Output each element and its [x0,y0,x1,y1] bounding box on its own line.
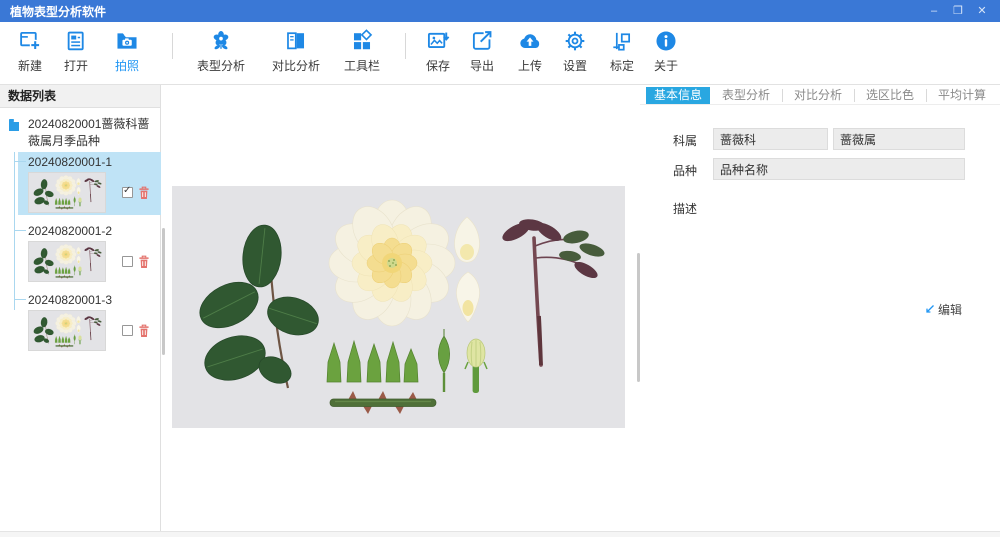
new-document-icon [17,28,43,54]
status-strip [0,531,1000,537]
dataset-folder-icon [8,118,20,132]
export-icon [469,28,495,54]
toolbar-button-upload[interactable]: 上传 [509,28,551,74]
close-button[interactable]: ✕ [970,0,994,22]
toolbar-button-save[interactable]: 保存 [417,28,459,74]
variety-input[interactable] [713,158,965,180]
tree-item-sample-3[interactable]: 20240820001-3 [18,290,161,353]
sample-checkbox[interactable] [122,256,133,267]
tab-compare-analysis[interactable]: 对比分析 [782,87,854,104]
minimize-button[interactable]: – [922,0,946,22]
sample-thumbnail[interactable] [28,310,106,351]
compare-book-icon [283,28,309,54]
calibration-icon [609,28,635,54]
window-controls: – ❐ ✕ [922,0,994,22]
sample-label[interactable]: 20240820001-3 [28,292,161,308]
toolbar-label: 打开 [64,57,88,74]
delete-icon[interactable] [138,186,150,200]
main-toolbar: 新建 打开 拍照 [0,22,1000,85]
gear-icon [562,28,588,54]
tree-root-node[interactable]: 20240820001蔷薇科蔷薇属月季品种 [0,112,160,152]
sample-checkbox[interactable] [122,187,133,198]
edit-icon [923,304,935,316]
toolbar-label: 设置 [563,57,587,74]
tree-item-sample-2[interactable]: 20240820001-2 [18,221,161,284]
save-image-icon [425,28,451,54]
toolbar-button-settings[interactable]: 设置 [554,28,596,74]
family-input[interactable] [713,128,828,150]
data-list-panel: 数据列表 20240820001蔷薇科蔷薇属月季品种 20240820001-1 [0,85,161,531]
sidebar-scrollbar[interactable] [162,228,165,355]
tab-basic-info[interactable]: 基本信息 [646,87,710,104]
tree-root-label: 20240820001蔷薇科蔷薇属月季品种 [28,116,154,150]
genus-input[interactable] [833,128,965,150]
sample-label[interactable]: 20240820001-2 [28,223,161,239]
sample-thumbnail[interactable] [28,172,106,213]
sample-label[interactable]: 20240820001-1 [28,154,161,170]
description-area[interactable] [713,197,965,297]
sample-thumbnail[interactable] [28,241,106,282]
toolbar-button-new[interactable]: 新建 [7,28,53,74]
toolbar-separator [405,33,406,59]
tab-phenotype-analysis[interactable]: 表型分析 [710,87,782,104]
tools-grid-icon [349,28,375,54]
window-title: 植物表型分析软件 [0,3,106,20]
family-genus-label: 科属 [673,132,697,149]
sample-checkbox[interactable] [122,325,133,336]
toolbar-label: 标定 [610,57,634,74]
toolbar-label: 拍照 [115,57,139,74]
tab-region-colorimetry[interactable]: 选区比色 [854,87,926,104]
restore-button[interactable]: ❐ [946,0,970,22]
toolbar-label: 对比分析 [272,57,320,74]
camera-icon [114,28,140,54]
properties-panel: 基本信息 表型分析 对比分析 选区比色 平均计算 科属 品种 描述 编辑 [640,85,1000,531]
toolbar-label: 保存 [426,57,450,74]
delete-icon[interactable] [138,255,150,269]
toolbar-separator [172,33,173,59]
toolbar-button-about[interactable]: 关于 [645,28,687,74]
toolbar-button-capture[interactable]: 拍照 [104,28,150,74]
data-tree: 20240820001蔷薇科蔷薇属月季品种 20240820001-1 [0,108,160,353]
toolbar-button-calibrate[interactable]: 标定 [601,28,643,74]
edit-label: 编辑 [938,301,962,318]
open-file-icon [63,28,89,54]
tab-average-calculation[interactable]: 平均计算 [926,87,998,104]
flower-analysis-icon [208,28,234,54]
upload-cloud-icon [517,28,543,54]
variety-label: 品种 [673,162,697,179]
toolbar-button-open[interactable]: 打开 [53,28,99,74]
toolbar-button-compare-analysis[interactable]: 对比分析 [264,28,328,74]
toolbar-label: 导出 [470,57,494,74]
application-window: 植物表型分析软件 – ❐ ✕ 新建 [0,0,1000,537]
delete-icon[interactable] [138,324,150,338]
toolbar-label: 关于 [654,57,678,74]
toolbar-button-phenotype-analysis[interactable]: 表型分析 [189,28,253,74]
tree-item-sample-1[interactable]: 20240820001-1 [18,152,161,215]
data-list-header: 数据列表 [0,85,160,108]
toolbar-label: 工具栏 [344,57,380,74]
toolbar-button-export[interactable]: 导出 [461,28,503,74]
panel-tabs: 基本信息 表型分析 对比分析 选区比色 平均计算 [640,87,1000,105]
edit-link[interactable]: 编辑 [923,301,962,318]
toolbar-label: 新建 [18,57,42,74]
title-bar: 植物表型分析软件 – ❐ ✕ [0,0,1000,22]
toolbar-button-tools[interactable]: 工具栏 [330,28,394,74]
description-label: 描述 [673,200,697,217]
tree-connector-line [14,152,15,310]
toolbar-label: 上传 [518,57,542,74]
toolbar-label: 表型分析 [197,57,245,74]
specimen-photo[interactable] [172,186,625,428]
info-icon [653,28,679,54]
